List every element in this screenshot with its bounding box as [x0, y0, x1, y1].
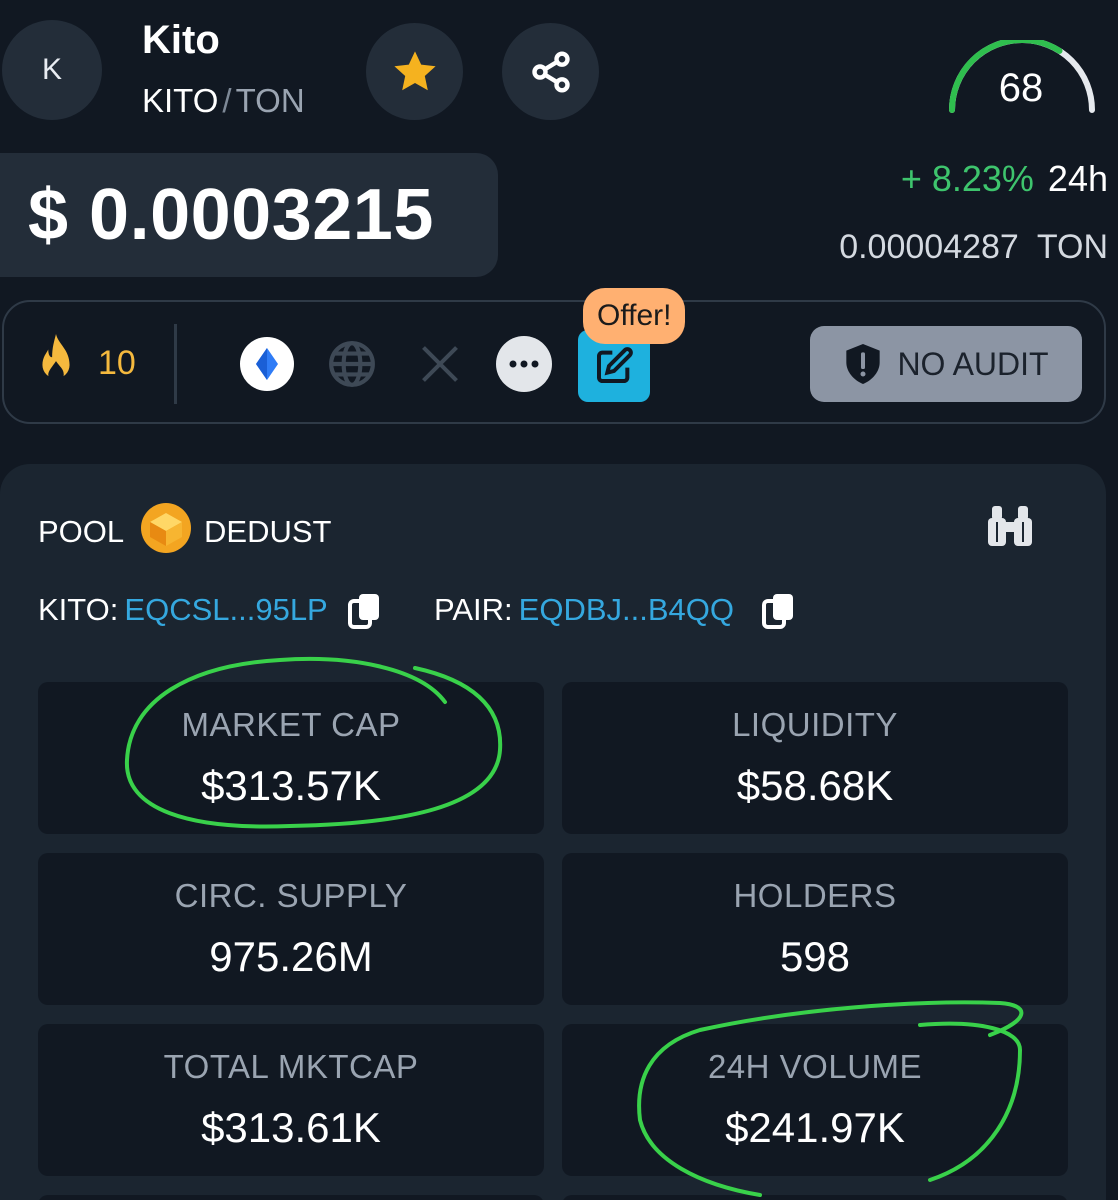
stat-label: LIQUIDITY [732, 706, 898, 743]
price-ton-value: 0.00004287 [839, 228, 1019, 266]
website-link[interactable] [324, 336, 380, 392]
ton-link[interactable] [239, 336, 295, 392]
favorite-button[interactable] [366, 23, 463, 120]
stat-value: $313.61K [201, 1104, 381, 1151]
quote-symbol: TON [235, 82, 305, 119]
pair-address-key: PAIR: [434, 592, 513, 627]
price-change-pct: + 8.23% [900, 158, 1034, 199]
avatar-letter: K [41, 53, 62, 86]
price-ton-unit: TON [1036, 228, 1108, 266]
x-link[interactable] [412, 336, 468, 392]
token-name: Kito [142, 18, 220, 62]
share-icon [531, 50, 570, 93]
more-button[interactable] [496, 336, 552, 392]
share-button[interactable] [502, 23, 599, 120]
pool-dex-name: DEDUST [204, 514, 332, 549]
stat-value: $241.97K [725, 1104, 905, 1151]
audit-label: NO AUDIT [897, 345, 1049, 382]
copy-icon[interactable] [348, 592, 382, 630]
stat-label: CIRC. SUPPLY [174, 877, 408, 914]
stat-card-partial [38, 1195, 544, 1200]
token-address-value[interactable]: EQCSL...95LP [124, 592, 327, 627]
more-icon [509, 360, 539, 368]
stat-24h-volume: 24H VOLUME $241.97K [562, 1024, 1068, 1176]
action-bar: 10 NO AUDIT [2, 300, 1106, 424]
binoculars-icon[interactable] [984, 504, 1036, 548]
star-icon [393, 50, 436, 90]
token-address-key: KITO: [38, 592, 119, 627]
ton-icon [240, 337, 294, 391]
stat-value: 975.26M [209, 933, 373, 980]
dedust-icon [141, 503, 191, 553]
edit-icon [597, 347, 633, 383]
token-address: KITO: EQCSL...95LP [38, 592, 328, 628]
audit-button[interactable]: NO AUDIT [810, 326, 1082, 402]
score-value: 68 [998, 66, 1044, 110]
stat-circ-supply: CIRC. SUPPLY 975.26M [38, 853, 544, 1005]
stat-market-cap: MARKET CAP $313.57K [38, 682, 544, 834]
pair-separator: / [222, 82, 232, 119]
copy-icon[interactable] [762, 592, 796, 630]
token-avatar: K [2, 20, 102, 120]
shield-alert-icon [846, 344, 881, 384]
price-ton: 0.00004287 TON [839, 228, 1108, 267]
token-pair: KITO / TON [142, 82, 305, 120]
pool-label: POOL [38, 514, 125, 549]
pair-address: PAIR: EQDBJ...B4QQ [434, 592, 734, 628]
price-change-period: 24h [1047, 158, 1108, 199]
fire-icon[interactable] [30, 332, 82, 394]
divider [174, 324, 177, 404]
fire-count: 10 [98, 344, 136, 382]
stat-card-partial [562, 1195, 1068, 1200]
stat-label: 24H VOLUME [707, 1048, 923, 1085]
stat-holders: HOLDERS 598 [562, 853, 1068, 1005]
pair-address-value[interactable]: EQDBJ...B4QQ [519, 592, 734, 627]
globe-icon [329, 341, 375, 387]
stat-total-mktcap: TOTAL MKTCAP $313.61K [38, 1024, 544, 1176]
stat-value: $58.68K [736, 762, 894, 809]
offer-badge[interactable]: Offer! [583, 288, 686, 344]
stat-value: $313.57K [201, 762, 381, 809]
token-page: K Kito KITO / TON 68 $ 0.0003215 + 8.23% 24… [0, 0, 1118, 1200]
price-usd: $ 0.0003215 [0, 153, 498, 277]
stat-label: MARKET CAP [181, 706, 401, 743]
stat-liquidity: LIQUIDITY $58.68K [562, 682, 1068, 834]
stat-label: HOLDERS [733, 877, 897, 914]
token-symbol: KITO [142, 82, 219, 119]
pool-panel: POOL DEDUST KITO: EQCSL...95LP PAIR: EQDBJ… [0, 464, 1106, 1200]
stat-value: 598 [779, 933, 851, 980]
x-icon [422, 346, 458, 382]
price-change: + 8.23% 24h [901, 158, 1108, 200]
stat-label: TOTAL MKTCAP [163, 1048, 419, 1085]
